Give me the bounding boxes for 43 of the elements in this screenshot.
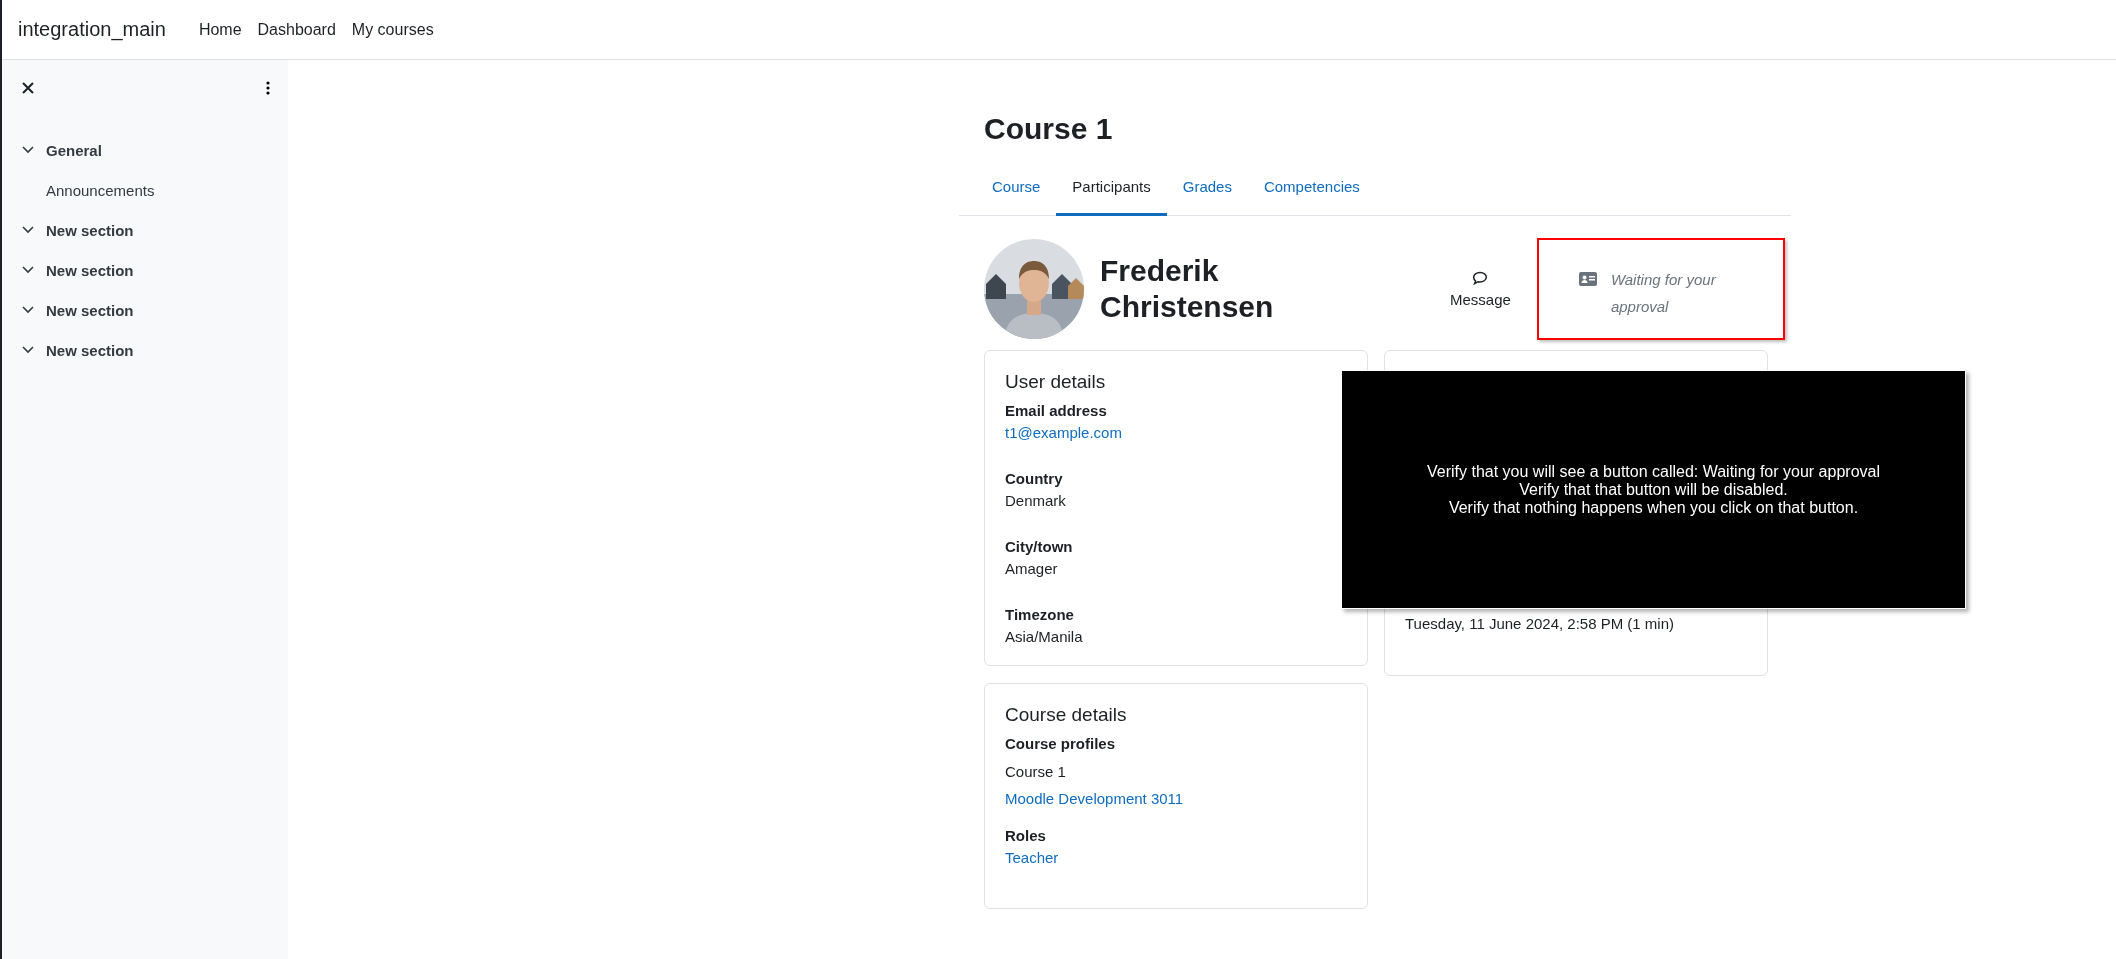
field-label: Roles <box>1005 826 1047 846</box>
instruction-text: Verify that you will see a button called: Waiting for your approval Verify that that button will be disabled. Verify that nothing happens when you click on that button. <box>1427 462 1880 517</box>
tab[interactable]: Course <box>976 166 1057 216</box>
close-icon[interactable] <box>22 82 34 94</box>
field-value: Amager <box>1005 559 1059 579</box>
section-link[interactable]: New section <box>2 250 288 290</box>
chevron-down-icon <box>22 346 34 354</box>
chevron-down-icon <box>22 146 34 154</box>
page-title: Course 1 <box>983 111 1114 146</box>
field-label: Country <box>1005 469 1064 489</box>
tab[interactable]: Participants <box>1056 166 1167 216</box>
field-label: Timezone <box>1005 605 1075 625</box>
message-button[interactable]: Message <box>1450 270 1511 308</box>
field-value: Denmark <box>1005 491 1067 511</box>
site-name[interactable]: integration_main <box>18 18 166 41</box>
speech-bubble-icon <box>1472 270 1489 285</box>
activity-link[interactable]: Announcements <box>2 170 288 210</box>
field-label: Course profiles <box>1005 734 1117 754</box>
section-link[interactable]: New section <box>2 210 288 250</box>
nav-link[interactable]: Home <box>198 20 242 39</box>
nav-link[interactable]: Dashboard <box>257 20 336 39</box>
id-card-icon <box>1578 272 1597 286</box>
role-link[interactable]: Teacher <box>1005 846 1059 870</box>
tab[interactable]: Competencies <box>1247 166 1376 216</box>
field-value: Asia/Manila <box>1005 627 1084 647</box>
card-title: Course details <box>1005 704 1128 726</box>
field-label: City/town <box>1005 537 1074 557</box>
chevron-down-icon <box>22 226 34 234</box>
last-access-value: Tuesday, 11 June 2024, 2:58 PM (1 min) <box>1405 615 1676 632</box>
section-link[interactable]: General <box>2 130 288 170</box>
nav-link[interactable]: My courses <box>351 20 434 39</box>
section-link[interactable]: New section <box>2 290 288 330</box>
field-label: Email address <box>1005 401 1108 421</box>
section-link[interactable]: New section <box>2 330 288 370</box>
user-name: Frederik Christensen <box>1100 253 1275 325</box>
more-options-icon[interactable] <box>266 81 270 95</box>
card-title: User details <box>1005 371 1107 393</box>
chevron-down-icon <box>22 306 34 314</box>
tab[interactable]: Grades <box>1166 166 1248 216</box>
email-link[interactable]: t1@example.com <box>1005 421 1122 445</box>
course-name: Course 1 <box>1005 762 1067 782</box>
course-link[interactable]: Moodle Development 3011 <box>1005 785 1184 812</box>
chevron-down-icon <box>22 266 34 274</box>
